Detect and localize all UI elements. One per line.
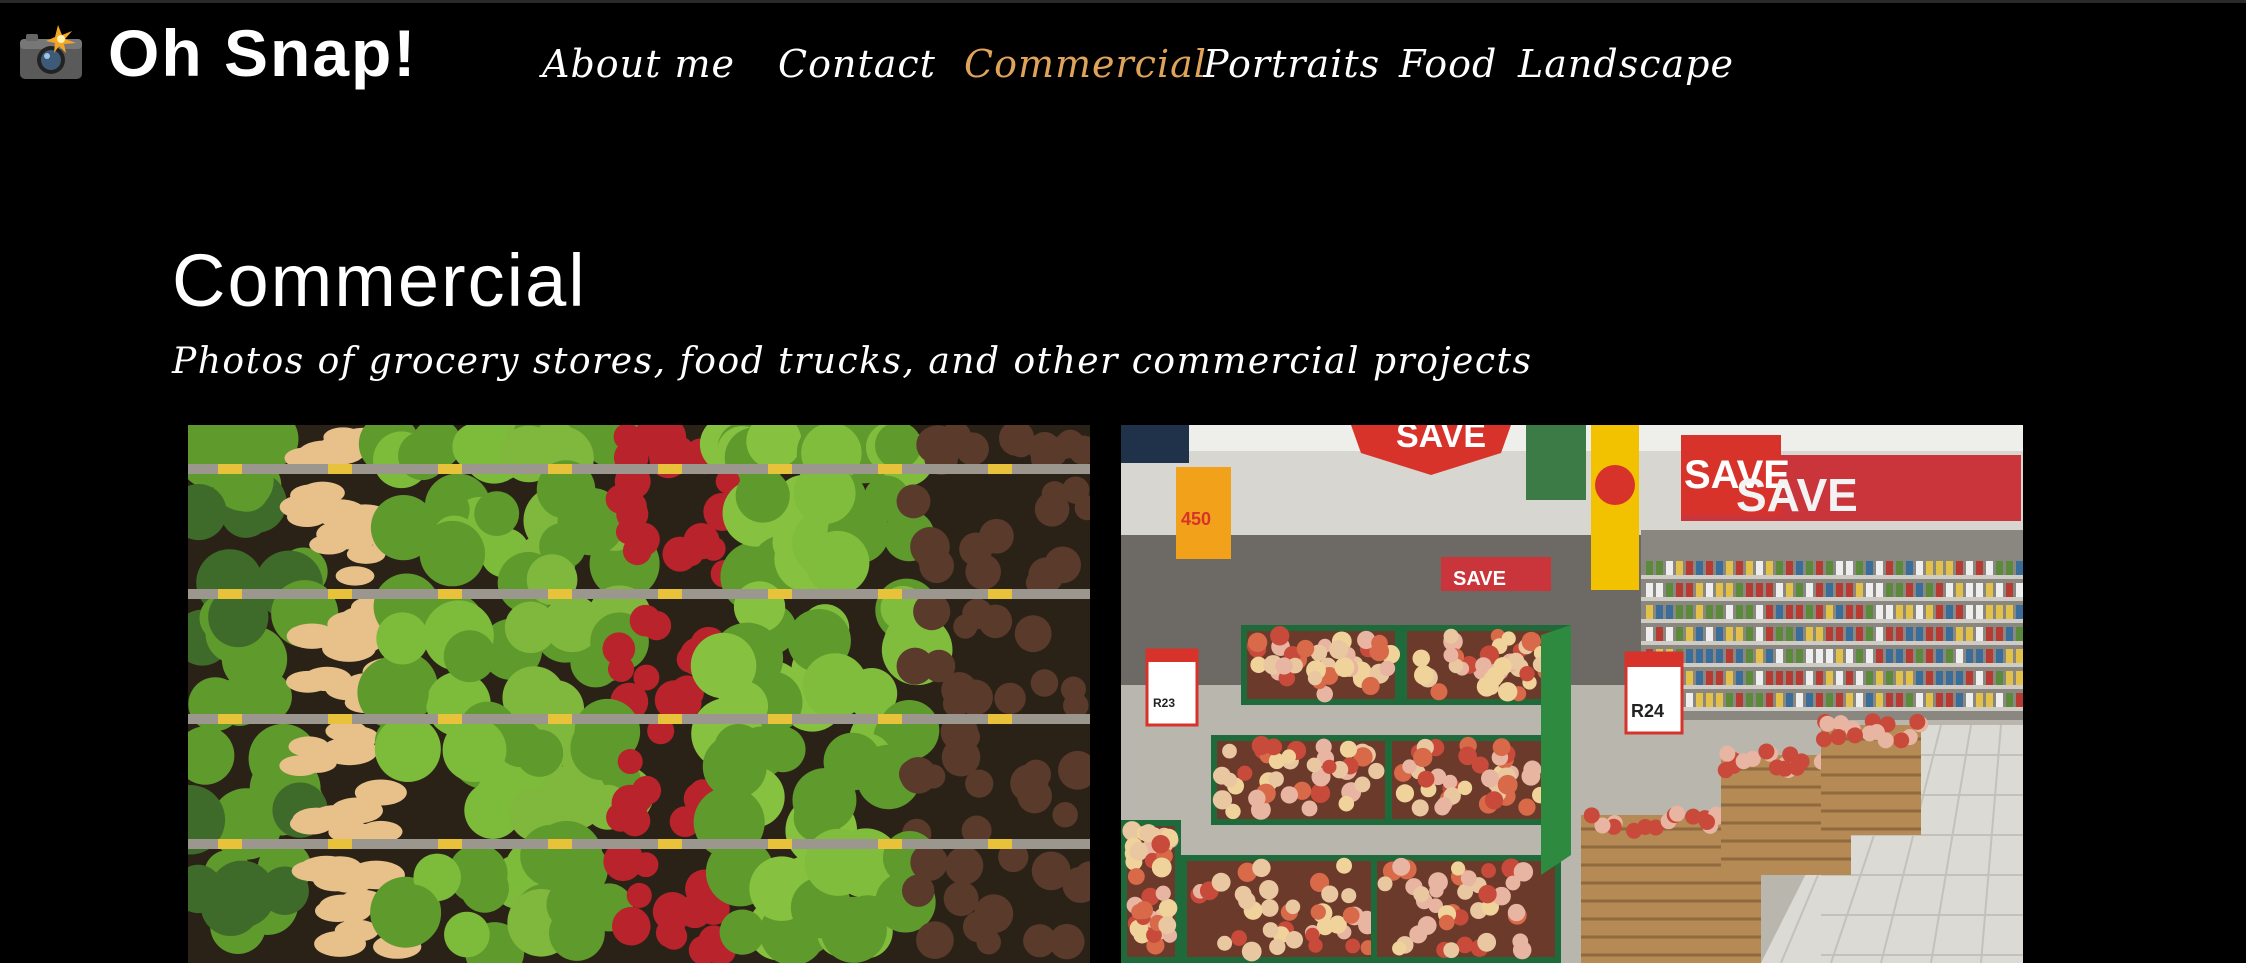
nav-contact[interactable]: Contact bbox=[778, 36, 936, 92]
price-tag-r23: R23 bbox=[1153, 696, 1175, 710]
camera-with-flash-icon bbox=[20, 25, 82, 79]
nav-landscape[interactable]: Landscape bbox=[1518, 36, 1734, 92]
sign-450: 450 bbox=[1181, 509, 1211, 529]
supermarket-aisle-image: SAVE SAVE SAVE SAVE 450 R24 R23 bbox=[1121, 425, 2023, 963]
sign-save-banner-b: SAVE bbox=[1736, 469, 1858, 521]
site-name: Oh Snap! bbox=[108, 16, 418, 90]
produce-shelves-image bbox=[188, 425, 1090, 963]
site-header: Oh Snap! About me Contact Commercial Por… bbox=[0, 0, 2246, 120]
page-subtitle: Photos of grocery stores, food trucks, a… bbox=[172, 341, 1533, 382]
sign-save-mid: SAVE bbox=[1453, 568, 1506, 590]
nav-food[interactable]: Food bbox=[1399, 36, 1497, 92]
produce-shelves-photo[interactable] bbox=[188, 425, 1090, 963]
supermarket-aisle-photo[interactable]: SAVE SAVE SAVE SAVE 450 R24 R23 bbox=[1121, 425, 2023, 963]
page-title: Commercial bbox=[172, 239, 587, 322]
nav-about-me[interactable]: About me bbox=[542, 36, 735, 92]
nav-portraits[interactable]: Portraits bbox=[1203, 36, 1380, 92]
price-tag-r24: R24 bbox=[1631, 701, 1664, 721]
nav-commercial[interactable]: Commercial bbox=[964, 36, 1207, 92]
sign-save-top: SAVE bbox=[1396, 425, 1486, 455]
site-logo[interactable]: Oh Snap! bbox=[18, 18, 417, 88]
